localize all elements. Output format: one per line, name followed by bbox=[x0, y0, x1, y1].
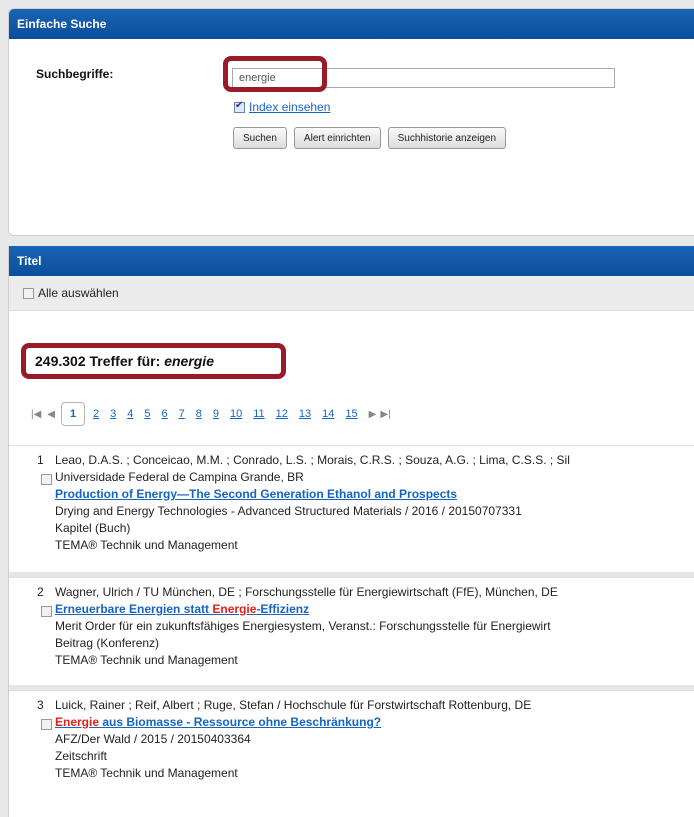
result-number: 1 bbox=[37, 453, 44, 467]
result-checkbox[interactable] bbox=[41, 719, 52, 730]
result-database: TEMA® Technik und Management bbox=[55, 653, 238, 667]
create-alert-button[interactable]: Alert einrichten bbox=[293, 127, 381, 149]
first-page-icon[interactable]: |◀ bbox=[31, 409, 41, 420]
index-checkbox[interactable] bbox=[234, 100, 245, 113]
page-link[interactable]: 8 bbox=[196, 408, 202, 420]
result-number: 3 bbox=[37, 698, 44, 712]
page-link[interactable]: 10 bbox=[230, 408, 242, 420]
page-link[interactable]: 15 bbox=[345, 408, 357, 420]
result-type: Kapitel (Buch) bbox=[55, 521, 131, 535]
result-item: 1 Leao, D.A.S. ; Conceicao, M.M. ; Conra… bbox=[9, 445, 694, 573]
result-database: TEMA® Technik und Management bbox=[55, 766, 238, 780]
result-source: Drying and Energy Technologies - Advance… bbox=[55, 504, 522, 518]
page-link[interactable]: 7 bbox=[179, 408, 185, 420]
results-header[interactable]: Titel bbox=[9, 246, 694, 276]
result-title-link[interactable]: Production of Energy—The Second Generati… bbox=[55, 486, 522, 503]
title-part: -Effizienz bbox=[256, 602, 310, 616]
result-item: 2 Wagner, Ulrich / TU München, DE ; Fors… bbox=[9, 577, 694, 686]
page-link[interactable]: 11 bbox=[253, 408, 264, 420]
hits-count-box: 249.302 Treffer für: energie bbox=[21, 343, 286, 379]
previous-page-icon[interactable]: ◀ bbox=[47, 409, 55, 420]
result-type: Beitrag (Konferenz) bbox=[55, 636, 160, 650]
select-all-bar: Alle auswählen bbox=[9, 276, 694, 311]
result-title-link[interactable]: Erneuerbare Energien statt Energie-Effiz… bbox=[55, 601, 551, 618]
select-all-label[interactable]: Alle auswählen bbox=[38, 286, 119, 300]
page-link[interactable]: 2 bbox=[93, 408, 99, 420]
result-number: 2 bbox=[37, 585, 44, 599]
search-panel-header: Einfache Suche bbox=[9, 9, 694, 39]
page-link[interactable]: 4 bbox=[127, 408, 133, 420]
show-search-history-button[interactable]: Suchhistorie anzeigen bbox=[387, 127, 507, 149]
title-highlight: Energie bbox=[55, 715, 100, 729]
page-link[interactable]: 13 bbox=[299, 408, 311, 420]
page-link[interactable]: 9 bbox=[213, 408, 219, 420]
results-panel: Titel Alle auswählen 249.302 Treffer für… bbox=[8, 246, 694, 817]
result-authors: Leao, D.A.S. ; Conceicao, M.M. ; Conrado… bbox=[55, 453, 570, 467]
index-link[interactable]: Index einsehen bbox=[249, 100, 330, 114]
page-link[interactable]: 14 bbox=[322, 408, 334, 420]
result-database: TEMA® Technik und Management bbox=[55, 538, 238, 552]
page-link[interactable]: 12 bbox=[276, 408, 288, 420]
search-button-row: Suchen Alert einrichten Suchhistorie anz… bbox=[233, 127, 507, 149]
index-row: Index einsehen bbox=[234, 100, 330, 114]
title-highlight: Energie bbox=[212, 602, 257, 616]
result-source: Merit Order für ein zukunftsfähiges Ener… bbox=[55, 619, 551, 633]
result-item: 3 Luick, Rainer ; Reif, Albert ; Ruge, S… bbox=[9, 690, 694, 817]
result-title-link[interactable]: Energie aus Biomasse - Ressource ohne Be… bbox=[55, 714, 381, 731]
page-link[interactable]: 6 bbox=[162, 408, 168, 420]
title-part: Erneuerbare Energien statt bbox=[55, 602, 213, 616]
hits-term: energie bbox=[164, 353, 214, 369]
search-button[interactable]: Suchen bbox=[233, 127, 287, 149]
result-authors: Wagner, Ulrich / TU München, DE ; Forsch… bbox=[55, 585, 558, 599]
result-authors: Luick, Rainer ; Reif, Albert ; Ruge, Ste… bbox=[55, 698, 532, 712]
pagination: |◀ ◀ 1 2 3 4 5 6 7 8 9 10 11 12 13 14 15… bbox=[31, 402, 395, 426]
current-page: 1 bbox=[61, 402, 85, 426]
next-page-icon[interactable]: ▶ bbox=[369, 409, 377, 420]
hits-count: 249.302 Treffer für: bbox=[35, 353, 161, 369]
result-affiliation: Universidade Federal de Campina Grande, … bbox=[55, 470, 304, 484]
page-link[interactable]: 5 bbox=[144, 408, 150, 420]
simple-search-panel: Einfache Suche Suchbegriffe: Index einse… bbox=[8, 8, 694, 236]
search-terms-label: Suchbegriffe: bbox=[36, 67, 114, 81]
last-page-icon[interactable]: ▶| bbox=[380, 409, 390, 420]
select-all-checkbox[interactable] bbox=[23, 287, 34, 299]
result-type: Zeitschrift bbox=[55, 749, 108, 763]
result-checkbox[interactable] bbox=[41, 606, 52, 617]
result-checkbox[interactable] bbox=[41, 474, 52, 485]
result-source: AFZ/Der Wald / 2015 / 20150403364 bbox=[55, 732, 251, 746]
search-input[interactable] bbox=[232, 68, 615, 88]
title-part: aus Biomasse - Ressource ohne Beschränku… bbox=[99, 715, 382, 729]
page-link[interactable]: 3 bbox=[110, 408, 116, 420]
